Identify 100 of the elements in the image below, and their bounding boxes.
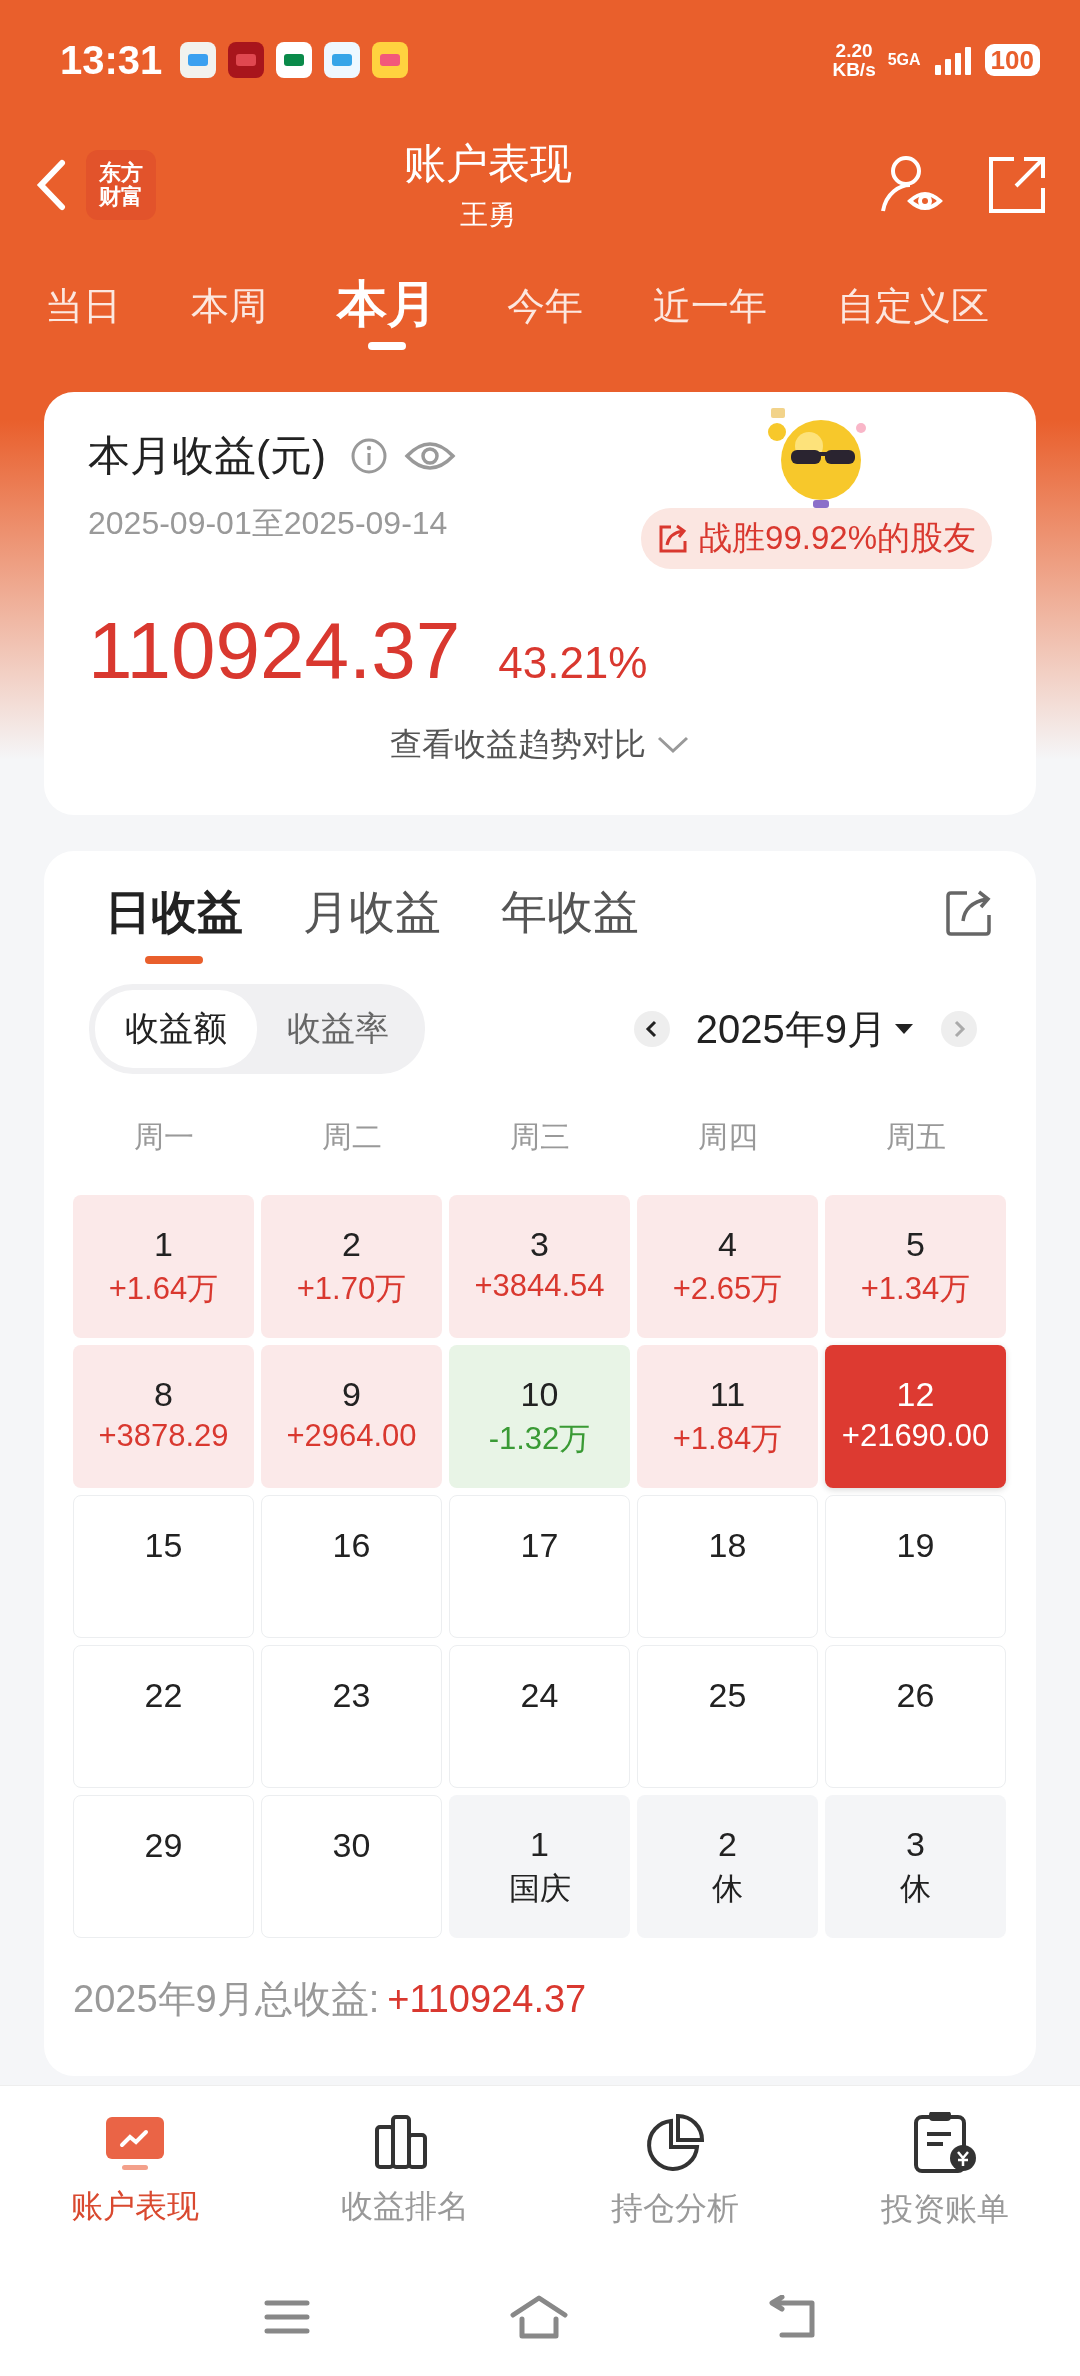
day-number: 29 [144,1826,183,1865]
weekday-label: 周四 [697,1118,758,1155]
signal-icon [932,45,973,75]
calendar-day[interactable]: 4 +2.65万 [637,1195,818,1338]
calendar-day[interactable]: 29 [73,1795,254,1938]
trend-compare-link[interactable]: 查看收益趋势对比 [390,723,690,767]
calendar-day[interactable]: 2 +1.70万 [261,1195,442,1338]
day-earnings: +1.34万 [860,1270,971,1308]
day-number: 3 [530,1225,549,1264]
calendar-day[interactable]: 12 +21690.00 [825,1345,1006,1488]
day-number: 9 [342,1375,361,1414]
calendar-day[interactable]: 1 +1.64万 [73,1195,254,1338]
app-icon [228,42,265,78]
weekday-label: 周二 [321,1118,382,1155]
day-number: 18 [708,1526,747,1565]
calendar-day[interactable]: 9 +2964.00 [261,1345,442,1488]
day-number: 15 [144,1526,183,1565]
pie-chart-icon [645,2113,705,2173]
day-number: 8 [154,1375,173,1414]
share-button[interactable] [945,889,993,937]
back-icon[interactable] [768,2295,816,2339]
day-number: 11 [709,1375,746,1414]
summary-title: 本月收益(元) [88,431,326,481]
month-picker[interactable]: 2025年9月 [695,1001,915,1057]
calendar-day[interactable]: 1 国庆 [449,1795,630,1938]
app-icon [180,42,217,78]
next-month-button[interactable] [941,1011,977,1047]
share-button[interactable] [988,156,1046,214]
day-number: 10 [520,1375,559,1414]
app-icon [276,42,313,78]
total-amount: 110924.37 [88,605,461,697]
app-icon [324,42,361,78]
day-number: 25 [708,1676,747,1715]
total-value: +110924.37 [387,1978,587,2021]
back-button[interactable] [36,159,66,211]
calendar-day[interactable]: 3 +3844.54 [449,1195,630,1338]
holiday-note: 休 [712,1870,743,1908]
calendar-day[interactable]: 10 -1.32万 [449,1345,630,1488]
earnings-tab[interactable]: 年收益 [501,882,639,944]
nav-item[interactable]: 账户表现 [0,2086,270,2258]
calendar-day[interactable]: 23 [261,1645,442,1788]
day-number: 17 [520,1526,559,1565]
day-earnings: +2964.00 [286,1418,417,1454]
calendar-day[interactable]: 17 [449,1495,630,1638]
mode-option[interactable]: 收益率 [257,990,419,1068]
weekday-label: 周一 [133,1118,194,1155]
calendar-day[interactable]: 22 [73,1645,254,1788]
calendar-day[interactable]: 2 休 [637,1795,818,1938]
earnings-tab[interactable]: 日收益 [105,882,243,964]
share-icon [657,522,690,555]
mode-option[interactable]: 收益额 [95,990,257,1068]
calendar-day[interactable]: 30 [261,1795,442,1938]
day-number: 4 [718,1225,737,1264]
holiday-note: 国庆 [508,1870,571,1908]
day-number: 16 [332,1526,371,1565]
day-number: 30 [332,1826,371,1865]
day-number: 22 [144,1676,183,1715]
day-number: 5 [906,1225,925,1264]
home-icon[interactable] [510,2295,568,2339]
app-icon [372,42,409,78]
calendar-day[interactable]: 11 +1.84万 [637,1345,818,1488]
account-name: 王勇 [460,198,516,232]
rank-badge[interactable]: 战胜99.92%的股友 [641,508,992,569]
calendar-day[interactable]: 25 [637,1645,818,1788]
day-number: 12 [896,1375,935,1414]
calendar-day[interactable]: 8 +3878.29 [73,1345,254,1488]
calendar-day[interactable]: 16 [261,1495,442,1638]
holiday-note: 休 [900,1870,931,1908]
day-number: 23 [332,1676,371,1715]
day-earnings: +21690.00 [841,1418,990,1454]
day-number: 1 [530,1825,549,1864]
weekday-label: 周五 [885,1118,946,1155]
app-logo: 东方 财富 [86,150,156,220]
menu-icon[interactable] [264,2299,310,2335]
calendar-day[interactable]: 15 [73,1495,254,1638]
day-earnings: +3844.54 [474,1268,605,1304]
calendar-day[interactable]: 5 +1.34万 [825,1195,1006,1338]
calendar-day[interactable]: 19 [825,1495,1006,1638]
day-number: 19 [896,1526,935,1565]
chart-monitor-icon [104,2115,166,2171]
info-icon[interactable] [350,437,388,475]
return-rate: 43.21% [498,638,648,688]
calendar-day[interactable]: 18 [637,1495,818,1638]
previous-month-button[interactable] [633,1011,670,1047]
day-earnings: +3878.29 [98,1418,229,1454]
day-earnings: -1.32万 [488,1420,591,1458]
day-earnings: +1.64万 [108,1270,219,1308]
day-number: 2 [342,1225,361,1264]
day-earnings: +1.70万 [296,1270,407,1308]
caret-down-icon [893,1022,915,1036]
calendar-day[interactable]: 3 休 [825,1795,1006,1938]
day-number: 3 [906,1825,925,1864]
bill-icon [913,2112,977,2174]
calendar-day[interactable]: 26 [825,1645,1006,1788]
status-time: 13:31 [60,37,163,83]
network-type: 5GA [887,51,921,69]
earnings-tab[interactable]: 月收益 [303,882,441,944]
calendar-day[interactable]: 24 [449,1645,630,1788]
date-range: 2025-09-01至2025-09-14 [88,504,449,543]
chevron-down-icon [656,735,690,755]
